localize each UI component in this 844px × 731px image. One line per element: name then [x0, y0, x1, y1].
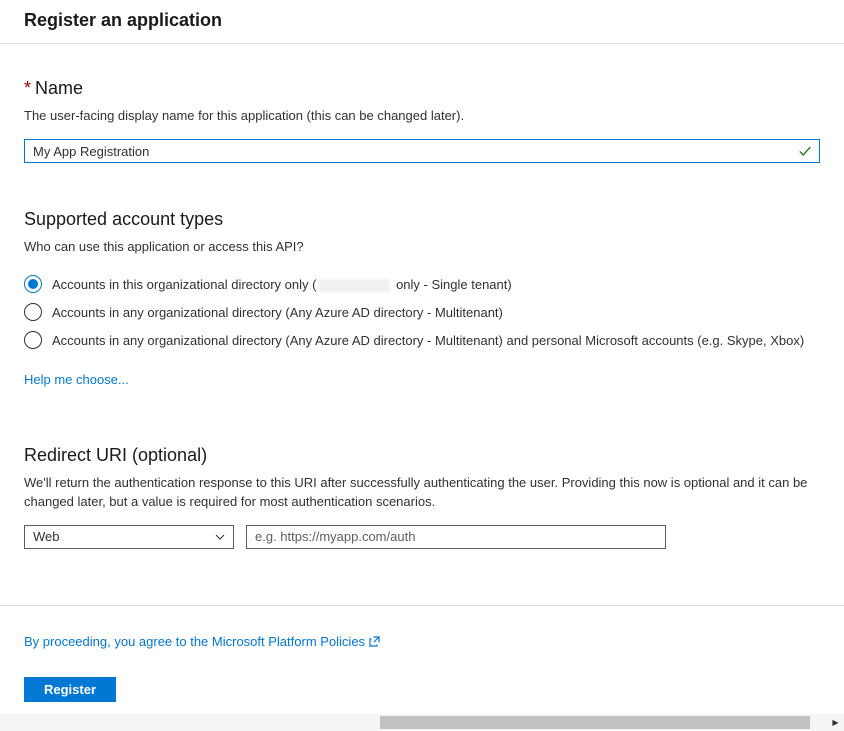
account-types-section: Supported account types Who can use this…	[24, 209, 820, 387]
register-button[interactable]: Register	[24, 677, 116, 702]
policies-link-text: By proceeding, you agree to the Microsof…	[24, 634, 365, 649]
platform-select[interactable]: Web	[24, 525, 234, 549]
checkmark-icon	[798, 144, 812, 158]
radio-label-multitenant: Accounts in any organizational directory…	[52, 305, 503, 320]
app-name-input[interactable]	[24, 139, 820, 163]
radio-option-multitenant-personal[interactable]: Accounts in any organizational directory…	[24, 326, 820, 354]
radio-option-single-tenant[interactable]: Accounts in this organizational director…	[24, 270, 820, 298]
name-section: *Name The user-facing display name for t…	[24, 78, 820, 163]
help-me-choose-link[interactable]: Help me choose...	[24, 372, 129, 387]
redirect-uri-section: Redirect URI (optional) We'll return the…	[24, 445, 820, 548]
redirect-uri-description: We'll return the authentication response…	[24, 474, 820, 510]
footer-section: By proceeding, you agree to the Microsof…	[0, 605, 844, 702]
redirect-uri-input[interactable]	[246, 525, 666, 549]
divider	[0, 43, 844, 44]
redacted-tenant-name	[318, 279, 390, 292]
radio-icon	[24, 303, 42, 321]
scrollbar-thumb[interactable]	[380, 716, 810, 729]
account-types-radio-group: Accounts in this organizational director…	[24, 270, 820, 354]
radio-icon	[24, 275, 42, 293]
external-link-icon	[369, 635, 381, 647]
radio-option-multitenant[interactable]: Accounts in any organizational directory…	[24, 298, 820, 326]
horizontal-scrollbar[interactable]: ▶	[0, 714, 844, 731]
opt0-prefix: Accounts in this organizational director…	[52, 277, 316, 292]
opt0-suffix: only - Single tenant)	[392, 277, 511, 292]
redirect-uri-label: Redirect URI (optional)	[24, 445, 820, 466]
name-description: The user-facing display name for this ap…	[24, 107, 820, 125]
page-title: Register an application	[24, 4, 820, 43]
radio-icon	[24, 331, 42, 349]
radio-label-multitenant-personal: Accounts in any organizational directory…	[52, 333, 804, 348]
scroll-right-arrow-icon[interactable]: ▶	[827, 714, 844, 731]
required-asterisk-icon: *	[24, 78, 31, 98]
name-label-text: Name	[35, 78, 83, 98]
account-types-description: Who can use this application or access t…	[24, 238, 820, 256]
name-label: *Name	[24, 78, 820, 99]
scrollbar-track[interactable]	[0, 714, 827, 731]
account-types-label: Supported account types	[24, 209, 820, 230]
platform-policies-link[interactable]: By proceeding, you agree to the Microsof…	[24, 634, 381, 649]
platform-selected-value: Web	[33, 529, 60, 544]
radio-label-single-tenant: Accounts in this organizational director…	[52, 277, 512, 292]
